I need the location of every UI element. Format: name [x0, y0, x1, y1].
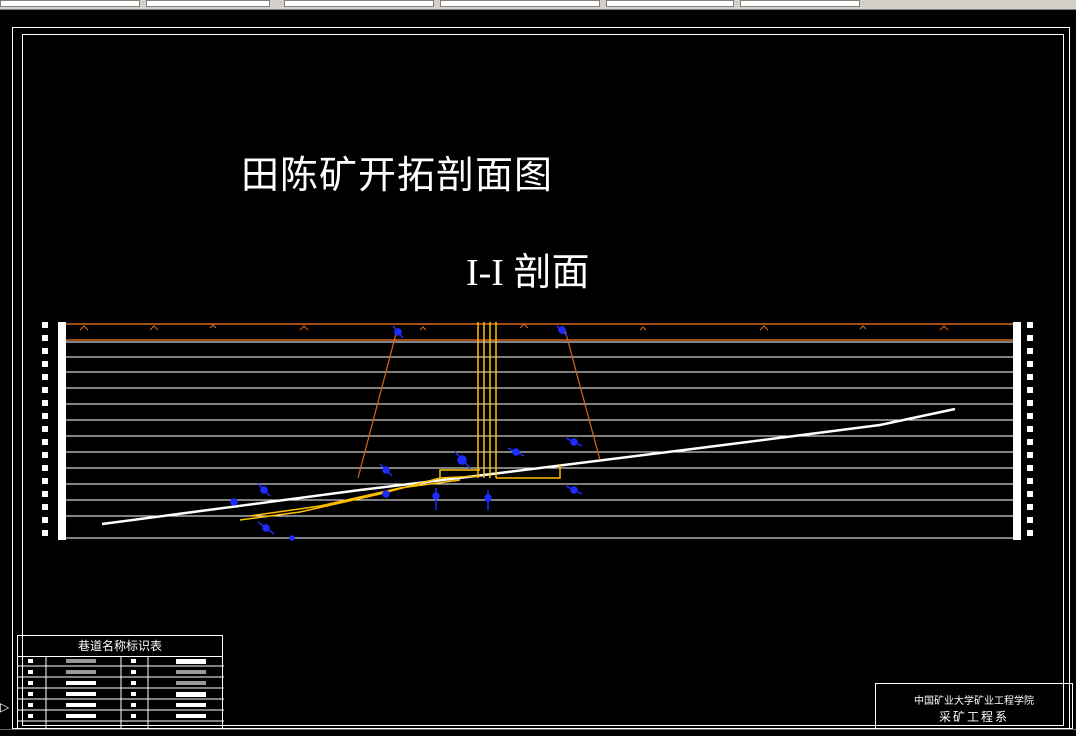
main-shaft — [477, 322, 497, 478]
roadways — [239, 465, 561, 521]
ground-surface — [66, 323, 1013, 341]
legend-title: 巷道名称标识表 — [18, 636, 222, 657]
legend-grid — [18, 656, 224, 732]
left-scale-bar — [42, 322, 66, 540]
roadway-markers — [230, 325, 583, 541]
department-name: 采矿工程系 — [938, 710, 1009, 724]
roadway-legend-table: 巷道名称标识表 — [17, 635, 224, 732]
cross-section-drawing — [42, 322, 1033, 541]
right-scale-bar — [1013, 322, 1033, 540]
coal-seam — [101, 407, 956, 526]
left-arrow-icon[interactable]: ▷ — [0, 700, 9, 714]
institution-name: 中国矿业大学矿业工程学院 — [914, 696, 1034, 707]
title-block: 中国矿业大学矿业工程学院 采矿工程系 — [875, 683, 1073, 729]
strata-lines — [66, 341, 1013, 539]
